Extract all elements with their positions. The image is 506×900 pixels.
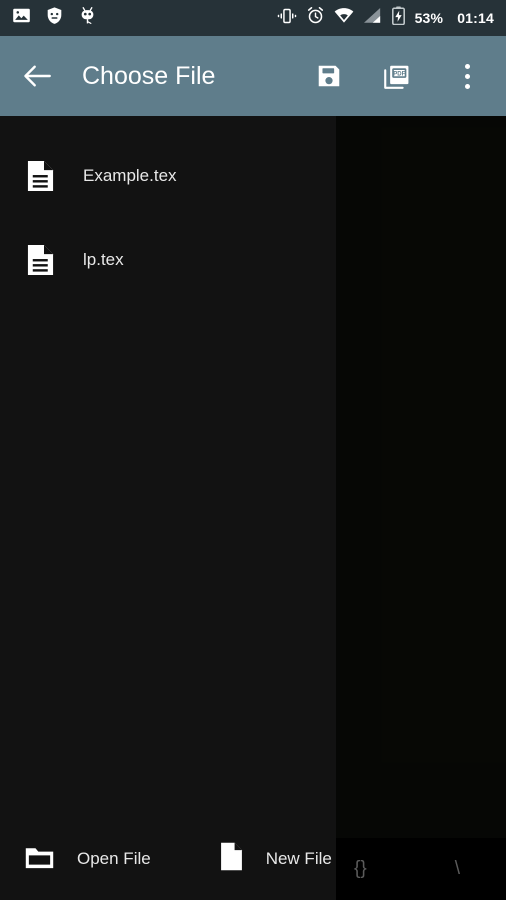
- status-bar-left-icons: [12, 6, 97, 30]
- braces-symbol-key[interactable]: {}: [354, 858, 367, 880]
- export-pdf-button[interactable]: PDF: [374, 53, 420, 99]
- status-bar-right-icons: 53% 01:14: [277, 6, 494, 30]
- cyanogenmod-robot-icon: [78, 6, 97, 30]
- privacy-guard-shield-icon: [45, 6, 64, 30]
- pdf-icon-text: PDF: [393, 71, 405, 77]
- floppy-disk-icon: [318, 65, 340, 87]
- pdf-documents-icon: PDF: [383, 65, 408, 89]
- page-title: Choose File: [82, 61, 216, 90]
- new-document-icon: [219, 841, 244, 877]
- battery-percent-label: 53%: [414, 10, 444, 26]
- cell-signal-icon: [363, 7, 382, 29]
- file-name-label: Example.tex: [83, 166, 177, 185]
- document-icon: [26, 159, 55, 193]
- list-item[interactable]: Example.tex: [0, 134, 336, 218]
- navigation-drawer: Example.tex lp.tex Open File New File: [0, 116, 336, 900]
- save-button[interactable]: [306, 53, 352, 99]
- battery-charging-icon: [391, 6, 406, 30]
- file-name-label: lp.tex: [83, 250, 124, 269]
- open-file-button[interactable]: Open File: [24, 844, 151, 875]
- folder-icon: [24, 844, 55, 875]
- back-button[interactable]: [14, 53, 60, 99]
- new-file-label: New File: [265, 849, 332, 868]
- overflow-menu-button[interactable]: [444, 53, 490, 99]
- new-file-button[interactable]: New File: [219, 841, 332, 877]
- file-list: Example.tex lp.tex: [0, 116, 336, 826]
- app-screen: 53% 01:14 Choose File PDF {} \ Example.t…: [0, 0, 506, 900]
- three-dots-vertical-icon: [464, 63, 470, 89]
- list-item[interactable]: lp.tex: [0, 218, 336, 302]
- backslash-symbol-key[interactable]: \: [455, 858, 460, 880]
- vibrate-icon: [277, 7, 297, 30]
- wifi-icon: [334, 7, 354, 29]
- open-file-label: Open File: [77, 849, 151, 868]
- status-bar-clock: 01:14: [457, 10, 494, 26]
- status-bar: 53% 01:14: [0, 0, 506, 36]
- alarm-clock-icon: [306, 6, 325, 30]
- drawer-footer: Open File New File: [0, 826, 336, 900]
- photo-icon: [12, 6, 31, 30]
- app-toolbar: Choose File PDF: [0, 36, 506, 116]
- document-icon: [26, 243, 55, 277]
